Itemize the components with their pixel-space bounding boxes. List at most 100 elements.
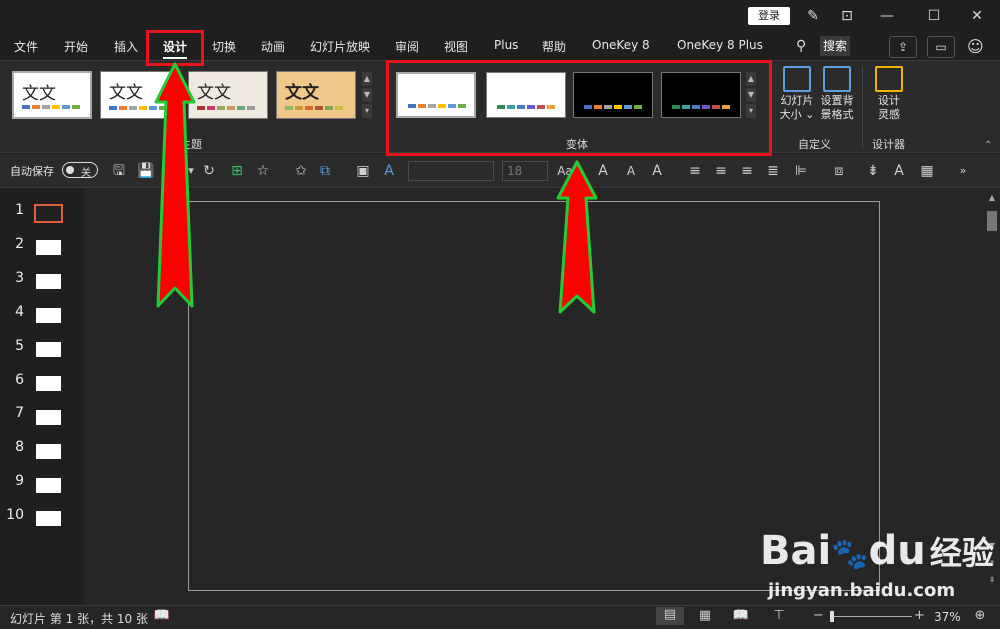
share-icon[interactable]: ⇪ bbox=[889, 36, 917, 58]
text-direction-icon[interactable]: A bbox=[890, 162, 908, 180]
layout-icon[interactable]: ▦ bbox=[918, 162, 936, 180]
ribbon-display-icon[interactable]: ⊡ bbox=[836, 6, 858, 26]
slide-thumb-5[interactable] bbox=[36, 342, 61, 357]
font-color-icon[interactable]: A bbox=[648, 162, 666, 180]
slide-number: 4 bbox=[15, 304, 24, 320]
design-ideas-icon bbox=[875, 66, 903, 92]
slide-number: 2 bbox=[15, 236, 24, 252]
slide-number: 9 bbox=[15, 473, 24, 489]
watermark-url: jingyan.baidu.com bbox=[768, 580, 956, 601]
tab-insert[interactable]: 插入 bbox=[114, 38, 138, 55]
fit-to-window-icon[interactable]: ⊕ bbox=[970, 608, 990, 624]
format-background-button[interactable]: 设置背 景格式 bbox=[818, 66, 856, 122]
star-outline-icon[interactable]: ✩ bbox=[292, 162, 310, 180]
tab-animations[interactable]: 动画 bbox=[261, 38, 285, 55]
slide-sorter-icon[interactable]: ▦ bbox=[695, 608, 715, 624]
slide-number: 10 bbox=[6, 507, 24, 523]
themes-more[interactable]: ▾ bbox=[362, 104, 372, 118]
autosave-label: 自动保存 bbox=[10, 165, 54, 178]
scroll-thumb[interactable] bbox=[987, 211, 997, 231]
comment-icon[interactable]: ▭ bbox=[927, 36, 955, 58]
autosave-toggle[interactable]: 关 bbox=[62, 162, 98, 179]
maximize-icon[interactable]: ☐ bbox=[923, 6, 945, 26]
textbox-icon[interactable]: A bbox=[380, 162, 398, 180]
slide-thumb-9[interactable] bbox=[36, 478, 61, 493]
zoom-slider-handle[interactable] bbox=[830, 611, 834, 622]
reading-view-icon[interactable]: 📖 bbox=[731, 608, 751, 624]
justify-icon[interactable]: ≣ bbox=[764, 162, 782, 180]
align-center-icon[interactable]: ≡ bbox=[712, 162, 730, 180]
font-size-dropdown[interactable]: 18 bbox=[502, 161, 548, 181]
zoom-level[interactable]: 37% bbox=[934, 610, 961, 624]
slide-thumb-8[interactable] bbox=[36, 444, 61, 459]
tab-view[interactable]: 视图 bbox=[444, 38, 468, 55]
align-left-icon[interactable]: ≡ bbox=[686, 162, 704, 180]
tab-plus[interactable]: Plus bbox=[494, 38, 518, 52]
zoom-in-icon[interactable]: + bbox=[914, 608, 925, 623]
redo-icon[interactable]: ↻ bbox=[200, 162, 218, 180]
slide-number: 8 bbox=[15, 439, 24, 455]
search-input[interactable]: 搜索 bbox=[820, 36, 850, 56]
theme-thumb-4[interactable]: 文文 bbox=[276, 71, 356, 119]
customize-group-label: 自定义 bbox=[798, 138, 831, 151]
accessibility-icon[interactable]: 📖 bbox=[152, 608, 172, 624]
variants-highlight bbox=[386, 60, 772, 156]
pen-icon[interactable]: ✎ bbox=[802, 6, 824, 26]
designer-group-label: 设计器 bbox=[872, 138, 905, 151]
slide-number: 7 bbox=[15, 405, 24, 421]
tab-file[interactable]: 文件 bbox=[14, 38, 38, 55]
tab-home[interactable]: 开始 bbox=[64, 38, 88, 55]
star-icon[interactable]: ☆ bbox=[254, 162, 272, 180]
status-bar bbox=[0, 605, 1000, 629]
line-spacing-icon[interactable]: ⇟ bbox=[864, 162, 882, 180]
theme-thumb-office[interactable]: 文文 bbox=[12, 71, 92, 119]
search-icon[interactable]: ⚲ bbox=[796, 38, 806, 54]
tab-slideshow[interactable]: 幻灯片放映 bbox=[310, 38, 370, 55]
ribbon-divider bbox=[862, 66, 863, 148]
tab-onekey8[interactable]: OneKey 8 bbox=[592, 38, 650, 52]
slide-size-icon bbox=[783, 66, 811, 92]
align-objects-icon[interactable]: ⊫ bbox=[792, 162, 810, 180]
slide-number: 3 bbox=[15, 270, 24, 286]
slide-thumb-6[interactable] bbox=[36, 376, 61, 391]
align-icon[interactable]: ⊞ bbox=[228, 162, 246, 180]
slideshow-icon[interactable]: ⊤ bbox=[769, 608, 789, 624]
theme-swatches bbox=[22, 105, 80, 109]
tab-transitions[interactable]: 切换 bbox=[212, 38, 236, 55]
login-button[interactable]: 登录 bbox=[748, 7, 790, 25]
zoom-out-icon[interactable]: − bbox=[813, 608, 824, 623]
feedback-smiley-icon[interactable]: ☺ bbox=[967, 37, 984, 56]
arrange-icon[interactable]: ⧈ bbox=[830, 162, 848, 180]
slide-thumb-7[interactable] bbox=[36, 410, 61, 425]
normal-view-icon[interactable]: ▤ bbox=[656, 607, 684, 625]
collapse-ribbon-icon[interactable]: ⌃ bbox=[984, 140, 992, 151]
save-as-icon[interactable]: 🖫 bbox=[110, 162, 128, 180]
themes-scroll-down[interactable]: ▼ bbox=[362, 88, 372, 102]
baidu-watermark: Bai🐾du 经验 bbox=[760, 528, 994, 574]
scroll-up-icon[interactable]: ▲ bbox=[987, 193, 997, 203]
design-tab-highlight bbox=[146, 30, 204, 66]
tab-help[interactable]: 帮助 bbox=[542, 38, 566, 55]
picture-icon[interactable]: ▣ bbox=[354, 162, 372, 180]
shapes-icon[interactable]: ⧉ bbox=[316, 162, 334, 180]
theme-thumb-3[interactable]: 文文 bbox=[188, 71, 268, 119]
themes-scroll-up[interactable]: ▲ bbox=[362, 72, 372, 86]
slide-thumb-10[interactable] bbox=[36, 511, 61, 526]
slide-thumb-2[interactable] bbox=[36, 240, 61, 255]
design-ideas-button[interactable]: 设计 灵感 bbox=[870, 66, 908, 122]
tab-onekey8-plus[interactable]: OneKey 8 Plus bbox=[677, 38, 763, 52]
close-icon[interactable]: ✕ bbox=[966, 6, 988, 26]
more-commands-icon[interactable]: » bbox=[954, 162, 972, 180]
slide-size-button[interactable]: 幻灯片 大小 ⌄ bbox=[778, 66, 816, 122]
tab-review[interactable]: 审阅 bbox=[395, 38, 419, 55]
decrease-font-icon[interactable]: A bbox=[622, 162, 640, 180]
slide-thumb-1[interactable] bbox=[34, 204, 63, 223]
arrow-to-design-tab bbox=[154, 62, 196, 308]
align-right-icon[interactable]: ≡ bbox=[738, 162, 756, 180]
next-slide-icon[interactable]: ⇟ bbox=[987, 575, 997, 585]
font-family-dropdown[interactable] bbox=[408, 161, 494, 181]
zoom-slider-track[interactable] bbox=[832, 616, 912, 617]
slide-thumb-4[interactable] bbox=[36, 308, 61, 323]
slide-thumb-3[interactable] bbox=[36, 274, 61, 289]
minimize-icon[interactable]: — bbox=[876, 6, 898, 26]
